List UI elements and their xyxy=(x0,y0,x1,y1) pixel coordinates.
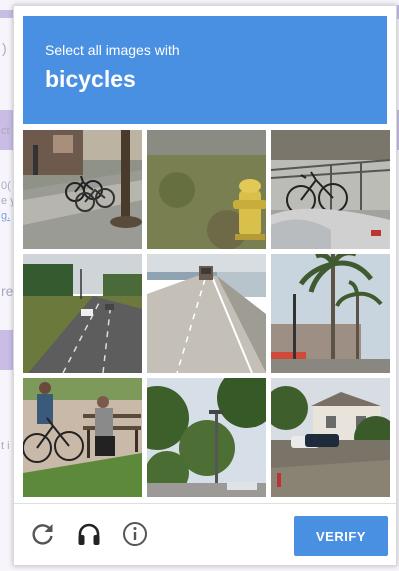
reload-icon xyxy=(32,524,53,545)
info-button[interactable] xyxy=(122,521,148,547)
background-link: g. xyxy=(1,210,11,222)
tile-image xyxy=(271,378,390,497)
image-tile-4[interactable] xyxy=(23,254,142,373)
image-tile-3[interactable] xyxy=(271,130,390,249)
image-tile-8[interactable] xyxy=(147,378,266,497)
background-strip xyxy=(0,10,14,18)
image-grid xyxy=(23,130,391,498)
tile-image xyxy=(23,254,142,373)
tile-image xyxy=(23,378,142,497)
tile-image xyxy=(147,254,266,373)
image-tile-7[interactable] xyxy=(23,378,142,497)
reload-button[interactable] xyxy=(30,521,56,547)
tile-image xyxy=(147,130,266,249)
tile-image xyxy=(271,130,390,249)
challenge-instruction: Select all images with xyxy=(45,42,180,58)
tile-image xyxy=(23,130,142,249)
background-text: ct xyxy=(1,125,10,137)
background-text: ) xyxy=(2,40,7,56)
tile-image xyxy=(147,378,266,497)
background-text: 0( xyxy=(1,180,11,192)
image-tile-5[interactable] xyxy=(147,254,266,373)
image-tile-1[interactable] xyxy=(23,130,142,249)
background-text: re xyxy=(1,283,14,299)
image-tile-6[interactable] xyxy=(271,254,390,373)
info-icon xyxy=(123,522,147,546)
headphones-icon xyxy=(78,523,100,545)
image-challenge-dialog: Select all images with bicycles VERIFY xyxy=(13,5,397,566)
image-tile-9[interactable] xyxy=(271,378,390,497)
image-tile-2[interactable] xyxy=(147,130,266,249)
background-text: t i xyxy=(1,440,10,452)
verify-button[interactable]: VERIFY xyxy=(294,516,388,556)
audio-challenge-button[interactable] xyxy=(76,521,102,547)
tile-image xyxy=(271,254,390,373)
challenge-header: Select all images with bicycles xyxy=(23,16,387,124)
challenge-target: bicycles xyxy=(45,66,136,92)
background-strip xyxy=(0,330,14,370)
challenge-footer: VERIFY xyxy=(14,503,396,566)
